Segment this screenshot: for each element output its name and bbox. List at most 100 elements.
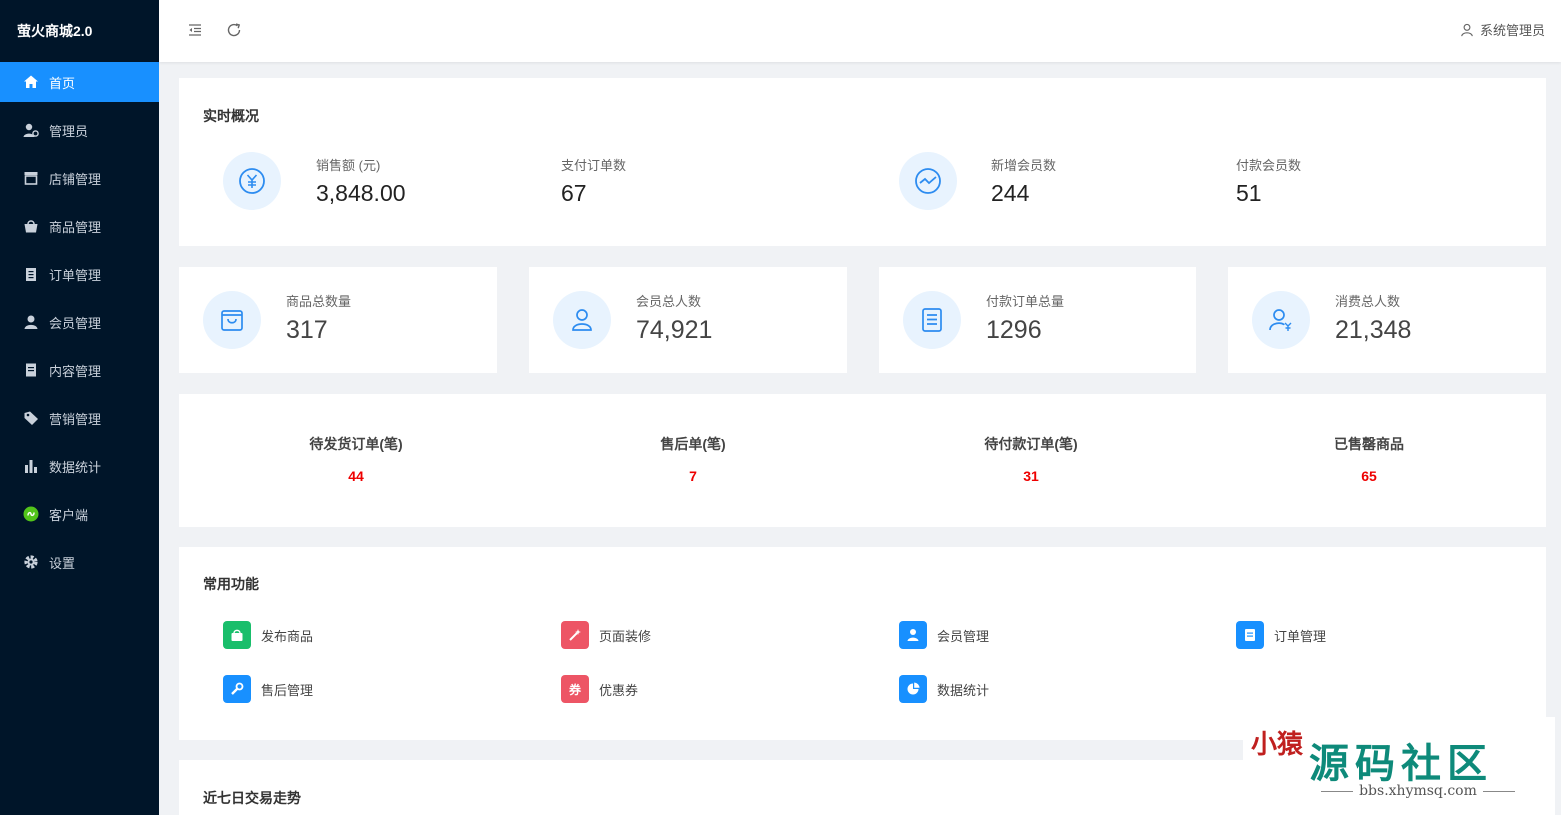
pending-label: 待发货订单(笔) [309, 436, 403, 452]
sidebar-item-admin[interactable]: 管理员 [0, 110, 159, 150]
overview-label: 付款会员数 [1236, 158, 1302, 173]
section-title: 实时概况 [203, 108, 259, 124]
pending-value: 44 [348, 468, 364, 484]
user-outline-icon [1461, 23, 1473, 36]
order-icon [1236, 621, 1264, 649]
brand-logo-text[interactable]: 萤火商城2.0 [0, 0, 159, 62]
sidebar-item-client[interactable]: 客户端 [0, 494, 159, 534]
section-title: 常用功能 [203, 576, 259, 592]
sidebar-item-label: 数据统计 [49, 459, 102, 475]
stat-value: 317 [286, 316, 328, 344]
stat-label: 付款订单总量 [986, 294, 1065, 309]
watermark: 小猿 源码社区 bbs.xhymsq.com [1243, 717, 1555, 815]
pie-chart-icon [899, 675, 927, 703]
quick-label: 订单管理 [1274, 628, 1327, 644]
refresh-icon [227, 23, 241, 37]
sidebar-item-home[interactable]: 首页 [0, 62, 159, 102]
overview-value: 51 [1236, 180, 1262, 206]
watermark-text: 源码社区 [1309, 741, 1493, 787]
quick-order-management[interactable]: 订单管理 [1236, 621, 1326, 649]
sidebar-item-store[interactable]: 店铺管理 [0, 158, 159, 198]
stat-card-paid-orders: 付款订单总量 1296 [879, 267, 1196, 373]
quick-data-statistics[interactable]: 数据统计 [899, 675, 989, 703]
document-icon [23, 362, 39, 378]
quick-page-design[interactable]: 页面装修 [561, 621, 651, 649]
home-icon [23, 74, 39, 90]
pending-item-to-ship[interactable]: 待发货订单(笔) 44 [186, 434, 526, 484]
stat-card-goods: 商品总数量 317 [179, 267, 497, 373]
bar-chart-icon [23, 458, 39, 474]
quick-member-management[interactable]: 会员管理 [899, 621, 989, 649]
overview-label: 新增会员数 [991, 158, 1057, 173]
collapse-menu-button[interactable] [185, 20, 205, 40]
gear-icon [23, 554, 39, 570]
sidebar-item-marketing[interactable]: 营销管理 [0, 398, 159, 438]
person-yuan-icon [1252, 291, 1310, 349]
sidebar: 萤火商城2.0 首页 管理员 店铺管理 商品管理 订单管理 会员管理 内容管理 [0, 0, 159, 815]
pending-item-sold-out[interactable]: 已售罄商品 65 [1199, 434, 1539, 484]
clipboard-icon [23, 266, 39, 282]
pending-card: 待发货订单(笔) 44 售后单(笔) 7 待付款订单(笔) 31 已售罄商品 6… [179, 394, 1546, 527]
stat-value: 21,348 [1335, 316, 1412, 344]
sidebar-item-statistics[interactable]: 数据统计 [0, 446, 159, 486]
quick-label: 会员管理 [937, 628, 990, 644]
stat-label: 消费总人数 [1335, 294, 1401, 309]
sidebar-item-label: 商品管理 [49, 219, 102, 235]
overview-label: 销售额 (元) [316, 158, 381, 173]
sidebar-item-label: 管理员 [49, 123, 89, 139]
shopping-bag-icon [203, 291, 261, 349]
sidebar-menu: 首页 管理员 店铺管理 商品管理 订单管理 会员管理 内容管理 营销管理 数据统… [0, 62, 159, 582]
overview-value: 3,848.00 [316, 180, 406, 206]
realtime-overview-card: 实时概况 销售额 (元) 3,848.00 支付订单数 67 新增会员数 244… [179, 78, 1546, 246]
sidebar-item-content[interactable]: 内容管理 [0, 350, 159, 390]
sidebar-item-label: 营销管理 [49, 411, 102, 427]
sidebar-item-label: 会员管理 [49, 315, 102, 331]
sidebar-item-label: 内容管理 [49, 363, 102, 379]
pending-item-after-sale[interactable]: 售后单(笔) 7 [523, 434, 863, 484]
quick-label: 优惠券 [599, 682, 639, 698]
sidebar-item-settings[interactable]: 设置 [0, 542, 159, 582]
stat-card-consumers: 消费总人数 21,348 [1228, 267, 1546, 373]
user-icon [23, 314, 39, 330]
trend-icon [899, 152, 957, 210]
watermark-seal: 小猿 [1251, 730, 1304, 760]
quick-label: 数据统计 [937, 682, 990, 698]
pending-value: 65 [1361, 468, 1377, 484]
quick-publish-goods[interactable]: 发布商品 [223, 621, 313, 649]
admin-user-icon [23, 122, 39, 138]
stat-card-members: 会员总人数 74,921 [529, 267, 847, 373]
sidebar-item-orders[interactable]: 订单管理 [0, 254, 159, 294]
top-header: 系统管理员 [159, 0, 1561, 62]
indent-icon [189, 24, 201, 36]
stat-label: 商品总数量 [286, 294, 352, 309]
yuan-icon [223, 152, 281, 210]
sidebar-item-label: 订单管理 [49, 267, 102, 283]
list-icon [903, 291, 961, 349]
wrench-icon [223, 675, 251, 703]
quick-label: 页面装修 [599, 628, 652, 644]
member-icon [899, 621, 927, 649]
sidebar-item-goods[interactable]: 商品管理 [0, 206, 159, 246]
coupon-icon: 券 [561, 675, 589, 703]
sidebar-item-label: 店铺管理 [49, 171, 102, 187]
user-name: 系统管理员 [1479, 23, 1545, 38]
stat-label: 会员总人数 [636, 294, 702, 309]
basket-icon [23, 218, 39, 234]
quick-coupon[interactable]: 券 优惠券 [561, 675, 638, 703]
sidebar-item-label: 客户端 [49, 507, 89, 523]
pending-value: 7 [689, 468, 697, 484]
quick-functions-card: 常用功能 发布商品 页面装修 会员管理 订单管理 售后管理 券 优惠券 数据统计 [179, 547, 1546, 740]
section-title: 近七日交易走势 [203, 790, 301, 806]
pending-label: 已售罄商品 [1334, 436, 1404, 452]
bag-icon [223, 621, 251, 649]
sidebar-item-label: 设置 [49, 555, 76, 571]
pending-value: 31 [1023, 468, 1039, 484]
sidebar-item-label: 首页 [49, 75, 76, 91]
overview-label: 支付订单数 [561, 158, 627, 173]
user-menu[interactable]: 系统管理员 [1460, 20, 1545, 39]
quick-after-sale[interactable]: 售后管理 [223, 675, 313, 703]
sidebar-item-members[interactable]: 会员管理 [0, 302, 159, 342]
stat-value: 74,921 [636, 316, 713, 344]
refresh-button[interactable] [224, 20, 244, 40]
pending-item-to-pay[interactable]: 待付款订单(笔) 31 [861, 434, 1201, 484]
